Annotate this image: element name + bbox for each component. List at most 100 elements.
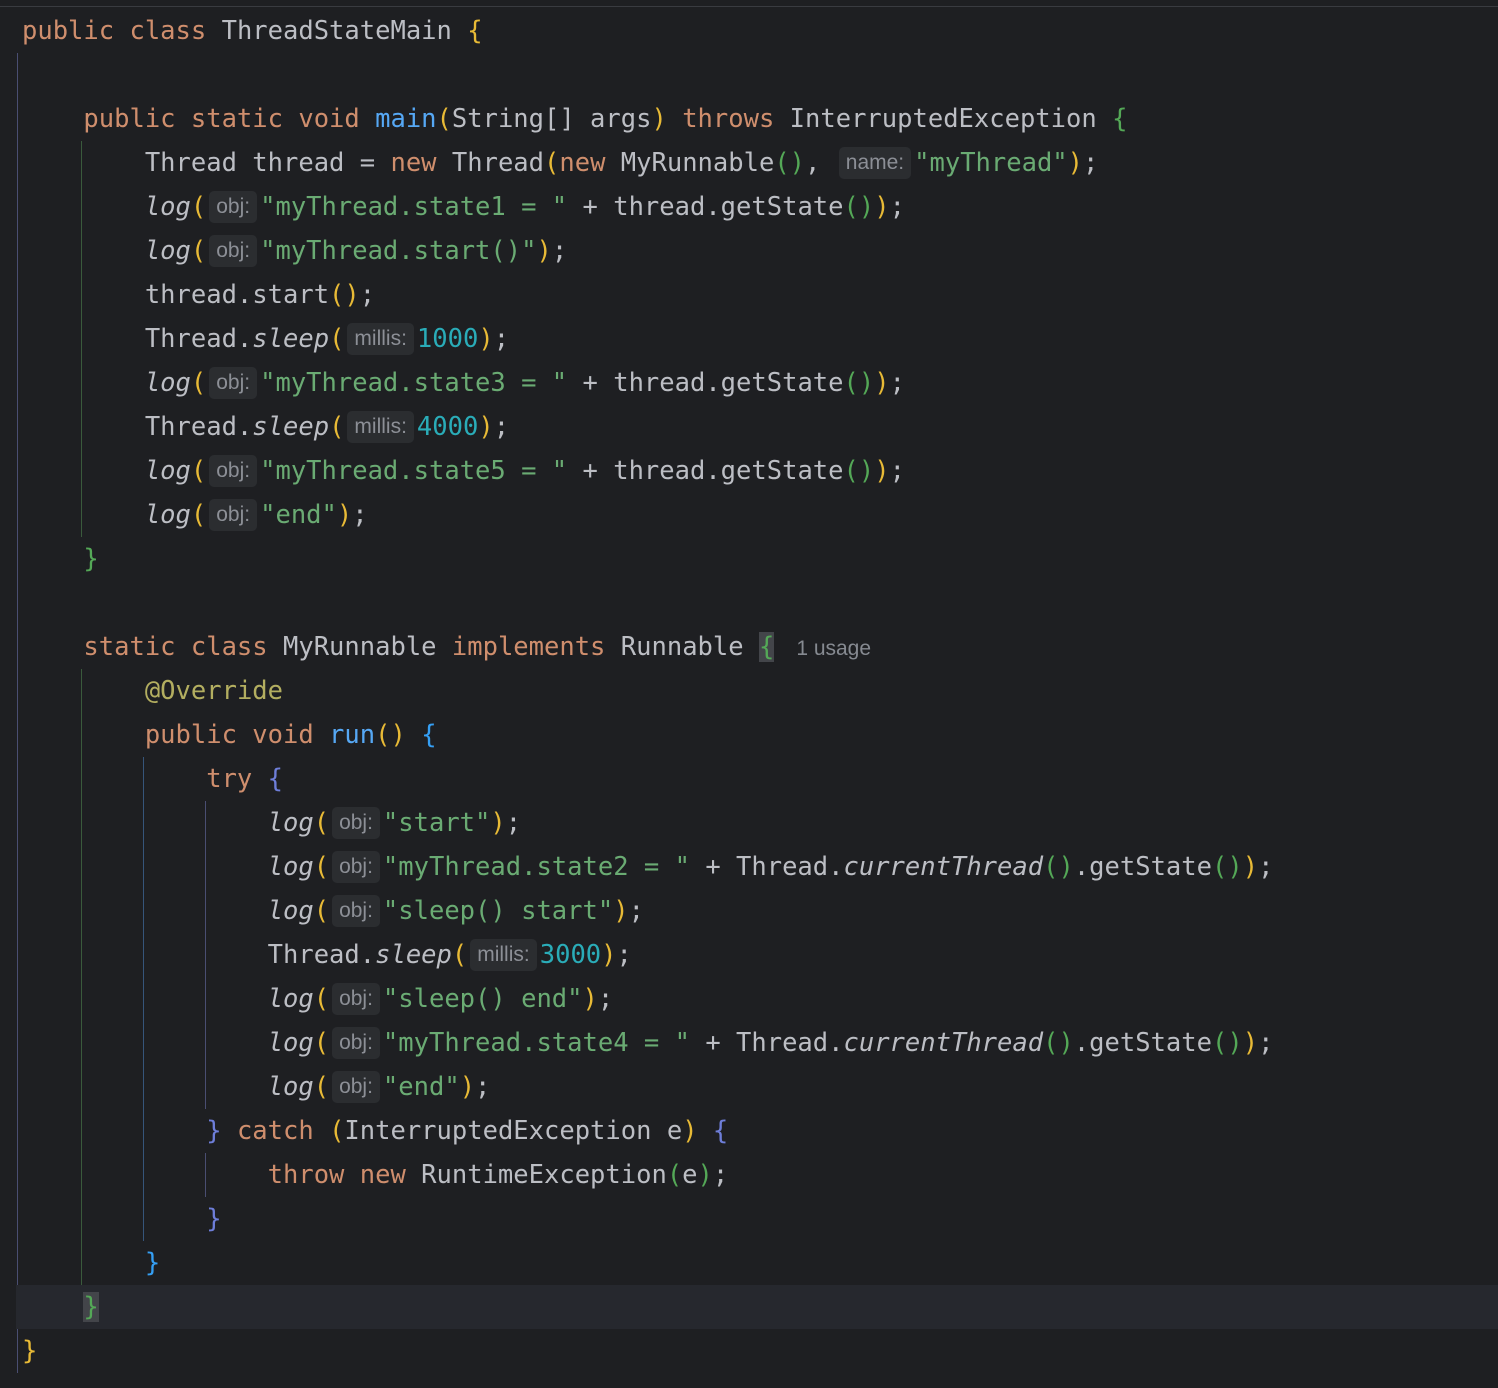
code-line[interactable]: log(obj: "sleep() start"); [0,889,644,933]
code-token: "myThread.state1 = " [260,192,568,222]
code-line[interactable]: Thread.sleep(millis: 1000); [0,317,509,361]
code-token: ) [682,1116,698,1146]
code-line[interactable]: static class MyRunnable implements Runna… [0,625,871,669]
parameter-hint: obj: [209,191,258,223]
code-token: ( [313,896,330,926]
code-editor[interactable]: public class ThreadStateMain { public st… [0,0,1498,1388]
parameter-hint: obj: [209,455,258,487]
parameter-hint: millis: [347,323,414,355]
code-token: ; [493,412,510,442]
code-line[interactable]: log(obj: "start"); [0,801,521,845]
code-line[interactable]: public void run() { [0,713,437,757]
code-token: () [329,280,360,310]
code-token: @Override [144,676,283,706]
code-token: () [774,148,806,178]
parameter-hint: obj: [332,851,380,883]
code-token: implements [451,632,621,662]
code-line[interactable] [0,581,22,625]
code-token: () [1211,852,1243,882]
code-token: thread.start [22,280,330,310]
code-token: } [83,544,99,574]
parameter-hint: obj: [332,983,380,1015]
code-token: ) [697,1160,713,1190]
code-token: () [1043,852,1074,882]
code-line[interactable]: log(obj: "myThread.state2 = " + Thread.cu… [0,845,1273,889]
code-line[interactable]: log(obj: "myThread.state1 = " + thread.ge… [0,185,905,229]
code-token: ) [651,104,667,134]
code-token: Thread thread = [22,148,391,178]
code-token: () [843,368,875,398]
code-token: ) [874,456,890,486]
code-token: String[] args [451,104,652,134]
code-line[interactable]: try { [0,757,283,801]
code-token: + thread.getState [567,192,844,222]
code-token: "myThread" [914,148,1068,178]
code-token: ; [597,984,614,1014]
code-token: () [1043,1028,1074,1058]
code-token: Thread. [22,412,253,442]
code-token: static class [22,632,283,662]
code-line[interactable]: Thread.sleep(millis: 3000); [0,933,632,977]
code-token: ; [475,1072,491,1102]
code-line[interactable]: @Override [0,669,283,713]
code-token: "myThread.state5 = " [260,456,568,486]
code-line[interactable]: log(obj: "myThread.state3 = " + thread.ge… [0,361,905,405]
code-line[interactable]: Thread.sleep(millis: 4000); [0,405,509,449]
code-line[interactable]: } catch (InterruptedException e) { [0,1109,728,1153]
code-line[interactable]: Thread thread = new Thread(new MyRunnabl… [0,141,1098,185]
parameter-hint: millis: [470,939,537,971]
code-token: Runnable [620,632,759,662]
matched-brace: } [83,1292,99,1322]
code-line[interactable]: } [16,1285,1498,1329]
code-token: ; [889,456,905,486]
code-line[interactable]: log(obj: "sleep() end"); [0,977,613,1021]
parameter-hint: name: [838,147,912,179]
code-token: "start" [382,808,491,838]
code-token: ( [313,984,330,1014]
code-token: log [144,456,191,486]
code-line[interactable]: } [0,1241,160,1285]
code-token: ( [190,456,207,486]
code-line[interactable]: thread.start(); [0,273,375,317]
code-token: sleep [375,940,452,970]
code-token: "end" [260,500,337,530]
code-token: public class [22,16,222,46]
code-line[interactable]: } [0,537,99,581]
code-token: log [144,192,191,222]
code-line[interactable] [0,53,22,97]
code-line[interactable]: log(obj: "myThread.state4 = " + Thread.cu… [0,1021,1273,1065]
parameter-hint: obj: [209,367,258,399]
usage-hint[interactable]: 1 usage [796,637,871,660]
code-line[interactable]: log(obj: "end"); [0,1065,490,1109]
code-token: log [267,1028,314,1058]
code-line[interactable]: log(obj: "myThread.start()"); [0,229,567,273]
code-line[interactable]: public class ThreadStateMain { [0,9,483,53]
code-token: "myThread.state3 = " [260,368,568,398]
code-token: 1000 [416,324,479,354]
code-token: ( [436,104,452,134]
code-token: { [1112,104,1128,134]
code-line[interactable]: } [0,1329,37,1373]
code-line[interactable]: log(obj: "myThread.state5 = " + thread.ge… [0,449,905,493]
code-token: ; [1258,1028,1274,1058]
code-line[interactable]: public static void main(String[] args) t… [0,97,1127,141]
code-token: ; [493,324,510,354]
code-line[interactable]: throw new RuntimeException(e); [0,1153,729,1197]
code-line[interactable]: log(obj: "end"); [0,493,368,537]
code-token: } [206,1204,222,1234]
code-token: ( [329,412,345,442]
code-line[interactable]: } [0,1197,222,1241]
editor-top-border [0,6,1498,7]
code-token: ; [712,1160,729,1190]
code-token: ( [313,1072,330,1102]
code-token: ThreadStateMain [221,16,468,46]
